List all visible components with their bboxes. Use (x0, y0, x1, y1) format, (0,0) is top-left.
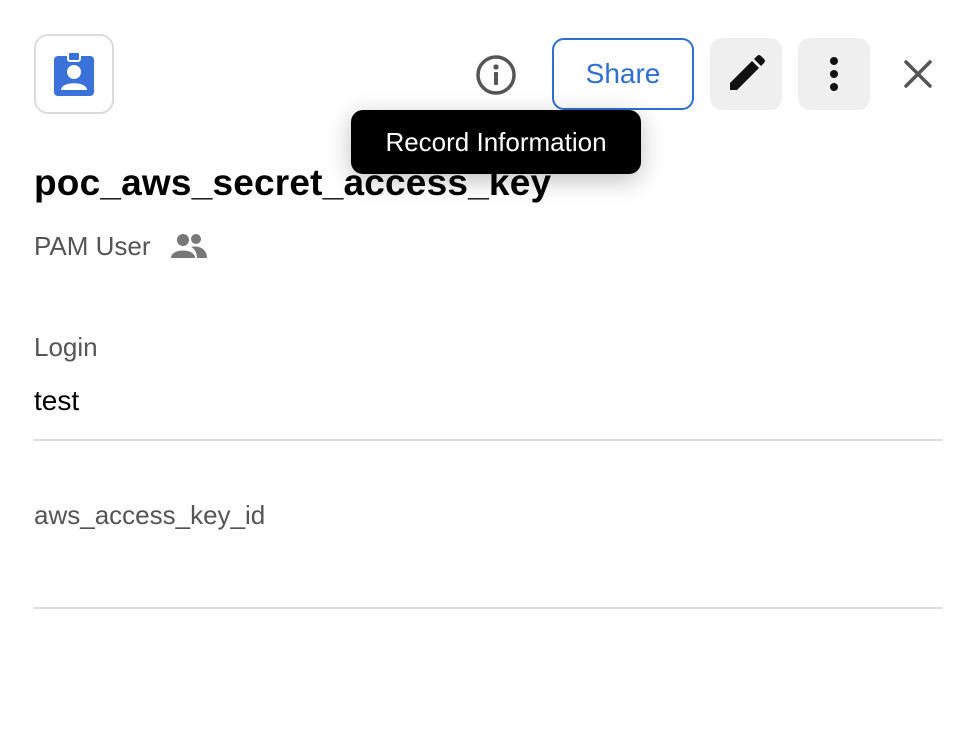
login-field-label: Login (34, 332, 98, 362)
share-button[interactable]: Share (552, 38, 694, 110)
record-type-row: PAM User (34, 228, 207, 264)
record-type-label: PAM User (34, 230, 151, 261)
field-divider (34, 607, 942, 609)
close-button[interactable] (888, 44, 948, 104)
login-field-value[interactable]: test (34, 385, 79, 417)
id-badge-icon (54, 51, 94, 96)
record-type-icon-box (34, 34, 114, 114)
vertical-dots-icon (830, 57, 838, 91)
edit-button[interactable] (710, 38, 782, 110)
record-info-button[interactable] (471, 50, 521, 100)
field-divider (34, 439, 942, 441)
more-options-button[interactable] (798, 38, 870, 110)
shared-users-icon (170, 234, 207, 258)
record-info-tooltip: Record Information (351, 110, 641, 174)
access-key-id-field-label: aws_access_key_id (34, 500, 266, 530)
record-detail-panel: Share Record Information poc_aws_secret_… (0, 0, 970, 754)
pencil-icon (730, 55, 765, 90)
info-icon (476, 55, 516, 95)
close-icon (904, 60, 932, 88)
